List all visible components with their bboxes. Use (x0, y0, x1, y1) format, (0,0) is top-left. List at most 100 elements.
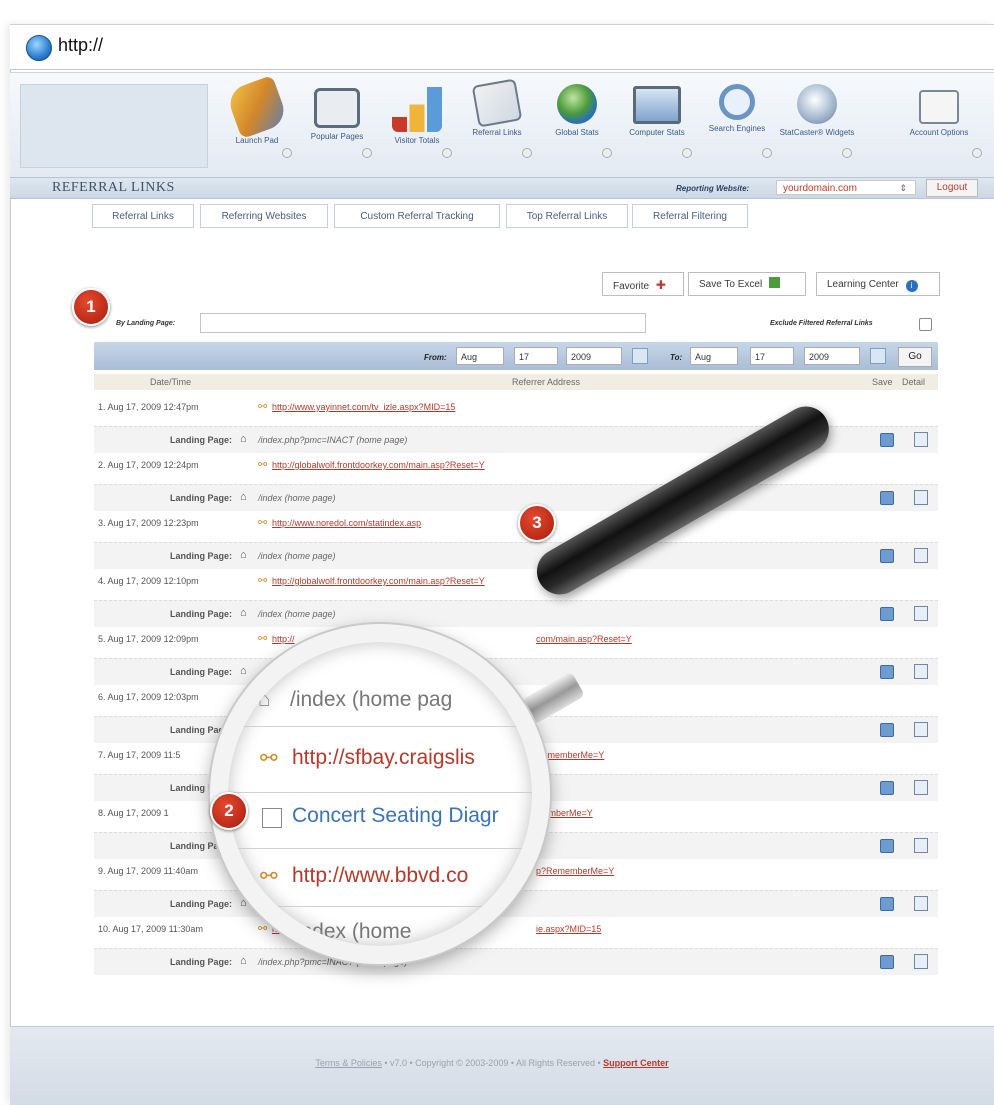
from-year-select[interactable]: 2009 (566, 347, 622, 365)
table-header: Date/Time Referrer Address Save Detail (94, 374, 938, 390)
save-icon[interactable] (880, 491, 894, 505)
save-icon[interactable] (880, 433, 894, 447)
link-icon: ⚯ (258, 923, 268, 935)
lens-divider (228, 848, 532, 849)
detail-icon[interactable] (914, 548, 928, 563)
to-calendar-icon[interactable] (870, 348, 886, 364)
lens-link-icon: ⚯ (260, 747, 278, 770)
tab-referral-links[interactable]: Referral Links (92, 204, 194, 228)
nav-label: Account Options (909, 128, 969, 137)
row-datetime: 9. Aug 17, 2009 11:40am (98, 866, 198, 876)
row-datetime: 10. Aug 17, 2009 11:30am (98, 924, 203, 934)
nav-search-engines[interactable]: Search Engines (698, 78, 776, 174)
nav-popular-pages[interactable]: Popular Pages (298, 78, 376, 174)
link-icon: ⚯ (258, 517, 268, 529)
logout-button[interactable]: Logout (926, 179, 978, 197)
from-calendar-icon[interactable] (632, 348, 648, 364)
detail-icon[interactable] (914, 432, 928, 447)
lens-home-icon: ⌂ (258, 688, 271, 711)
save-icon[interactable] (880, 549, 894, 563)
address-bar[interactable] (10, 24, 994, 70)
save-icon[interactable] (880, 839, 894, 853)
lens-line-4: http://www.bbvd.co (292, 864, 469, 887)
detail-icon[interactable] (914, 664, 928, 679)
tab-referring-websites[interactable]: Referring Websites (200, 204, 328, 228)
nav-statcaster-widgets[interactable]: StatCaster® Widgets (778, 78, 856, 174)
nav-label: Launch Pad (235, 136, 279, 145)
reporting-website-value: yourdomain.com (783, 183, 857, 194)
landing-row: Landing Page: ⌂ /index (home page) (94, 484, 938, 511)
save-icon[interactable] (880, 781, 894, 795)
row-datetime: 1. Aug 17, 2009 12:47pm (98, 402, 199, 412)
link-icon: ⚯ (258, 575, 268, 587)
nav-visitor-totals[interactable]: Visitor Totals (378, 78, 456, 174)
globe-icon (557, 84, 597, 124)
referrer-link-end[interactable]: p?RememberMe=Y (536, 866, 614, 876)
landing-page-filter-input[interactable] (200, 313, 646, 333)
detail-icon[interactable] (914, 606, 928, 621)
lens-line-2: http://sfbay.craigslis (292, 746, 475, 769)
nav-dot-icon (522, 148, 532, 158)
magnifier-icon (719, 84, 755, 120)
support-center-link[interactable]: Support Center (603, 1058, 669, 1068)
col-datetime: Date/Time (150, 377, 192, 387)
save-icon[interactable] (880, 897, 894, 911)
detail-icon[interactable] (914, 838, 928, 853)
detail-icon[interactable] (914, 954, 928, 969)
nav-launch-pad[interactable]: Launch Pad (218, 74, 296, 174)
to-year-select[interactable]: 2009 (804, 347, 860, 365)
referrer-link[interactable]: http://globalwolf.frontdoorkey.com/main.… (272, 576, 485, 586)
referrer-link[interactable]: http://globalwolf.frontdoorkey.com/main.… (272, 460, 485, 470)
landing-page-label: Landing Page: (170, 493, 233, 503)
nav-label: Search Engines (708, 124, 766, 133)
save-icon[interactable] (880, 665, 894, 679)
to-label: To: (670, 353, 683, 362)
nav-computer-stats[interactable]: Computer Stats (618, 78, 696, 174)
detail-icon[interactable] (914, 780, 928, 795)
referrer-link-end[interactable]: com/main.asp?Reset=Y (536, 634, 632, 644)
save-to-excel-button[interactable]: Save To Excel (688, 272, 806, 296)
url-text[interactable]: http:// (58, 35, 103, 56)
nav-label: Visitor Totals (394, 136, 440, 145)
detail-icon[interactable] (914, 722, 928, 737)
terms-link[interactable]: Terms & Policies (315, 1058, 382, 1068)
referrer-link-end[interactable]: ie.aspx?MID=15 (536, 924, 601, 934)
landing-page-value: /index (home page) (258, 609, 336, 619)
learning-center-button[interactable]: Learning Center i (816, 272, 940, 296)
tab-top-referral-links[interactable]: Top Referral Links (506, 204, 628, 228)
row-datetime: 4. Aug 17, 2009 12:10pm (98, 576, 199, 586)
to-month-select[interactable]: Aug (690, 347, 738, 365)
nav-account-options[interactable]: Account Options (900, 78, 982, 174)
save-icon[interactable] (880, 607, 894, 621)
footer-copyright: • v7.0 • Copyright © 2003-2009 • All Rig… (381, 1058, 604, 1068)
detail-icon[interactable] (914, 896, 928, 911)
lens-divider (228, 792, 532, 793)
from-month-select[interactable]: Aug (456, 347, 504, 365)
exclude-filtered-checkbox[interactable] (919, 318, 932, 331)
landing-page-value: /index (home page) (258, 493, 336, 503)
tab-custom-referral-tracking[interactable]: Custom Referral Tracking (334, 204, 500, 228)
nav-referral-links[interactable]: Referral Links (458, 78, 536, 174)
referrer-link[interactable]: http:// (272, 634, 295, 644)
from-day-select[interactable]: 17 (514, 347, 558, 365)
save-icon[interactable] (880, 955, 894, 969)
page-title: REFERRAL LINKS (52, 180, 175, 195)
referral-icon (471, 78, 523, 128)
go-button[interactable]: Go (898, 347, 932, 367)
to-day-select[interactable]: 17 (750, 347, 794, 365)
nav-label: Computer Stats (629, 128, 685, 137)
satellite-icon (797, 84, 837, 124)
referrer-link[interactable]: http://www.yayinnet.com/tv_izle.aspx?MID… (272, 402, 455, 412)
detail-icon[interactable] (914, 490, 928, 505)
referrer-link[interactable]: http://www.noredol.com/statindex.asp (272, 518, 421, 528)
reporting-website-select[interactable]: yourdomain.com ⇕ (776, 180, 916, 195)
landing-row: Landing Page: ⌂ /index (home page) (94, 542, 938, 569)
home-icon: ⌂ (240, 433, 247, 445)
nav-dot-icon (442, 148, 452, 158)
home-icon: ⌂ (240, 549, 247, 561)
tab-referral-filtering[interactable]: Referral Filtering (632, 204, 748, 228)
pin-icon: ✚ (655, 278, 666, 292)
favorite-button[interactable]: Favorite ✚ (602, 272, 684, 296)
nav-global-stats[interactable]: Global Stats (538, 78, 616, 174)
save-icon[interactable] (880, 723, 894, 737)
